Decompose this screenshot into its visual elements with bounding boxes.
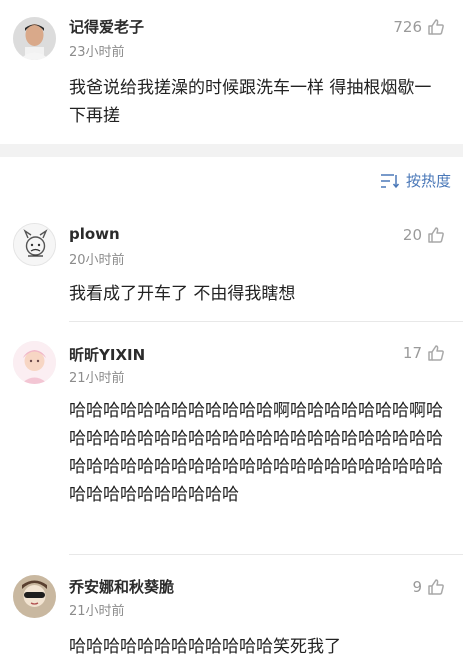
username[interactable]: 乔安娜和秋葵脆 [69,576,174,597]
comment-text: 哈哈哈哈哈哈哈哈哈哈哈哈笑死我了 [69,637,341,657]
comment-text: 我看成了开车了 不由得我瞎想 [69,284,296,304]
like-button[interactable]: 9 [412,578,445,596]
thumbs-up-icon [427,18,445,36]
thumbs-up-icon [427,578,445,596]
avatar[interactable] [13,17,56,60]
avatar[interactable] [13,223,56,266]
comment-item: 昕昕YIXIN 21小时前 17 哈哈哈哈哈哈哈哈哈哈哈哈啊哈哈哈哈哈哈哈啊哈哈… [0,322,463,554]
section-separator [0,144,463,157]
like-count: 726 [393,18,422,36]
comment-item: 乔安娜和秋葵脆 21小时前 9 哈哈哈哈哈哈哈哈哈哈哈哈笑死我了 [0,555,463,664]
like-button[interactable]: 17 [403,344,445,362]
comment-item: plown 20小时前 20 我看成了开车了 不由得我瞎想 [0,206,463,322]
avatar[interactable] [13,341,56,384]
thumbs-up-icon [427,344,445,362]
sort-by-hot-button[interactable]: 按热度 [380,170,451,191]
comment-item: 记得爱老子 23小时前 726 我爸说给我搓澡的时候跟洗车一样 得抽根烟歇一下再… [0,0,463,144]
timestamp: 20小时前 [69,253,125,268]
sort-label: 按热度 [405,172,451,190]
like-count: 17 [402,344,422,362]
username[interactable]: 记得爱老子 [69,16,144,37]
like-button[interactable]: 20 [403,226,445,244]
like-count: 20 [402,226,422,244]
like-button[interactable]: 726 [393,18,445,36]
comment-text: 我爸说给我搓澡的时候跟洗车一样 得抽根烟歇一下再搓 [69,78,432,126]
avatar[interactable] [13,575,56,618]
thumbs-up-icon [427,226,445,244]
username[interactable]: plown [69,225,120,243]
username[interactable]: 昕昕YIXIN [69,344,145,365]
timestamp: 23小时前 [69,45,125,60]
like-count: 9 [412,578,422,596]
sort-lines-icon [380,173,400,189]
comment-text: 哈哈哈哈哈哈哈哈哈哈哈哈啊哈哈哈哈哈哈哈啊哈哈哈哈哈哈哈哈哈哈哈哈哈哈哈哈哈哈哈… [69,401,443,505]
timestamp: 21小时前 [69,371,125,386]
timestamp: 21小时前 [69,604,125,619]
